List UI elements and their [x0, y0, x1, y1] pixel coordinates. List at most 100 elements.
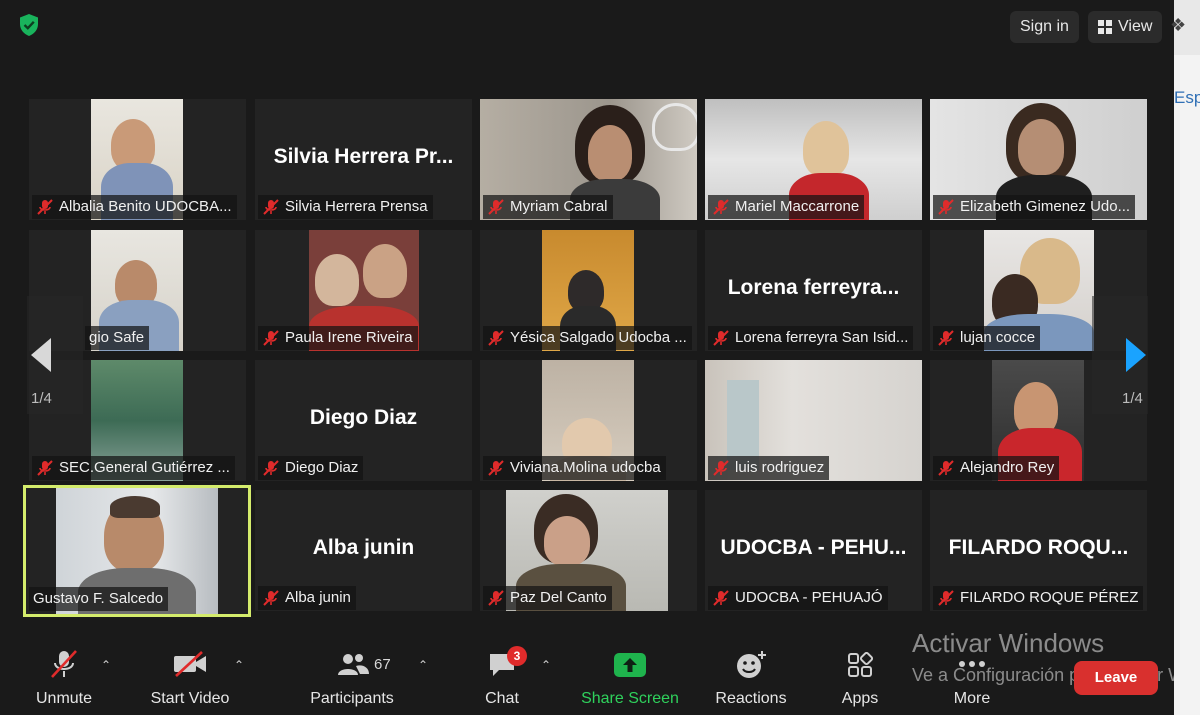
chat-unread-badge: 3: [507, 646, 527, 666]
participant-name: FILARDO ROQUE PÉREZ: [960, 589, 1139, 606]
muted-microphone-icon: [263, 460, 279, 476]
participant-name-tag: Yésica Salgado Udocba ...: [483, 326, 692, 350]
muted-microphone-icon: [713, 460, 729, 476]
sign-in-button[interactable]: Sign in: [1010, 11, 1079, 43]
participant-name: Albalia Benito UDOCBA...: [59, 198, 232, 215]
participant-name: luis rodriguez: [735, 459, 825, 476]
apps-icon: [848, 652, 873, 677]
participant-name-tag: UDOCBA - PEHUAJÓ: [708, 586, 888, 610]
participant-name: Viviana.Molina udocba: [510, 459, 661, 476]
participant-name: Gustavo F. Salcedo: [33, 590, 164, 607]
participant-name-tag: Elizabeth Gimenez Udo...: [933, 195, 1136, 219]
participants-options-chevron-up-icon[interactable]: ⌃: [418, 658, 428, 672]
participant-tile[interactable]: Lorena ferreyra... Lorena ferreyra San I…: [705, 230, 922, 351]
participant-name: lujan cocce: [960, 329, 1036, 346]
participant-name: Alba junin: [285, 589, 351, 606]
participant-tile[interactable]: Elizabeth Gimenez Udo...: [930, 99, 1147, 220]
participant-name: gio Safe: [89, 329, 145, 346]
muted-microphone-icon: [938, 199, 954, 215]
muted-microphone-icon: [938, 590, 954, 606]
participant-tile[interactable]: Viviana.Molina udocba: [480, 360, 697, 481]
participant-name-tag: luis rodriguez: [708, 456, 830, 480]
participant-name: Paula Irene Riveira: [285, 329, 413, 346]
participant-name: SEC.General Gutiérrez ...: [59, 459, 230, 476]
background-link-text[interactable]: Esp: [1174, 88, 1200, 108]
participant-tile[interactable]: Diego Diaz Diego Diaz: [255, 360, 472, 481]
muted-microphone-icon: [488, 590, 504, 606]
video-camera-off-icon: [174, 651, 206, 677]
muted-microphone-icon: [488, 199, 504, 215]
participant-name-tag: Mariel Maccarrone: [708, 195, 865, 219]
participants-label: Participants: [310, 690, 394, 707]
security-shield-icon[interactable]: [16, 12, 42, 38]
participant-name: Elizabeth Gimenez Udo...: [960, 198, 1131, 215]
participant-name-tag: Diego Diaz: [258, 456, 364, 480]
muted-microphone-icon: [713, 199, 729, 215]
participants-count: 67: [374, 656, 391, 673]
participant-name-tag: lujan cocce: [933, 326, 1041, 350]
microphone-muted-icon: [51, 650, 77, 678]
muted-microphone-icon: [938, 460, 954, 476]
participant-name-tag: FILARDO ROQUE PÉREZ: [933, 586, 1144, 610]
zoom-meeting-window: Sign in View Albalia Benito UDOCBA... Si…: [0, 0, 1185, 715]
participant-tile[interactable]: Albalia Benito UDOCBA...: [29, 99, 246, 220]
participant-display-name: Lorena ferreyra...: [727, 276, 900, 299]
participant-tile[interactable]: Paz Del Canto: [480, 490, 697, 611]
extension-puzzle-icon: ❖: [1170, 15, 1187, 35]
start-video-label: Start Video: [150, 690, 230, 707]
muted-microphone-icon: [263, 590, 279, 606]
participant-tile[interactable]: Silvia Herrera Pr... Silvia Herrera Pren…: [255, 99, 472, 220]
participant-name-tag: SEC.General Gutiérrez ...: [32, 456, 235, 480]
participant-tile[interactable]: Yésica Salgado Udocba ...: [480, 230, 697, 351]
page-indicator-left: 1/4: [31, 390, 52, 407]
muted-microphone-icon: [263, 199, 279, 215]
muted-microphone-icon: [263, 330, 279, 346]
participant-display-name: FILARDO ROQU...: [948, 536, 1129, 559]
participant-name: Mariel Maccarrone: [735, 198, 860, 215]
emoji-plus-icon: [737, 651, 766, 678]
participant-tile[interactable]: UDOCBA - PEHU... UDOCBA - PEHUAJÓ: [705, 490, 922, 611]
more-label: More: [953, 690, 991, 707]
windows-activation-watermark-title: Activar Windows: [912, 628, 1105, 658]
muted-microphone-icon: [713, 330, 729, 346]
apps-label: Apps: [841, 690, 879, 707]
participant-name-tag: Gustavo F. Salcedo: [29, 587, 169, 611]
leave-button[interactable]: Leave: [1074, 661, 1158, 695]
participant-tile[interactable]: Myriam Cabral: [480, 99, 697, 220]
participant-name: Paz Del Canto: [510, 589, 607, 606]
participant-name-tag: Myriam Cabral: [483, 195, 613, 219]
participant-name: Lorena ferreyra San Isid...: [735, 329, 909, 346]
muted-microphone-icon: [488, 460, 504, 476]
participant-name-tag: Alba junin: [258, 586, 356, 610]
participant-tile[interactable]: luis rodriguez: [705, 360, 922, 481]
view-button[interactable]: View: [1088, 11, 1163, 43]
participant-name: Myriam Cabral: [510, 198, 608, 215]
participant-tile[interactable]: Alba junin Alba junin: [255, 490, 472, 611]
participant-tile[interactable]: FILARDO ROQU... FILARDO ROQUE PÉREZ: [930, 490, 1147, 611]
grid-view-icon: [1098, 20, 1112, 34]
background-window: ❖ Esp: [1170, 0, 1200, 715]
muted-microphone-icon: [488, 330, 504, 346]
muted-microphone-icon: [37, 460, 53, 476]
participant-name-tag: Alejandro Rey: [933, 456, 1060, 480]
participant-tile-active-speaker[interactable]: Gustavo F. Salcedo: [23, 485, 251, 617]
video-options-chevron-up-icon[interactable]: ⌃: [234, 658, 244, 672]
arrow-left-icon: [31, 338, 51, 372]
participant-name-tag: gio Safe: [85, 326, 150, 350]
participant-name-tag: Lorena ferreyra San Isid...: [708, 326, 914, 350]
participant-name-tag: Paula Irene Riveira: [258, 326, 418, 350]
reactions-label: Reactions: [715, 690, 787, 707]
muted-microphone-icon: [37, 199, 53, 215]
arrow-right-icon: [1126, 338, 1146, 372]
participant-name: Yésica Salgado Udocba ...: [510, 329, 687, 346]
audio-options-chevron-up-icon[interactable]: ⌃: [101, 658, 111, 672]
share-screen-label: Share Screen: [581, 690, 679, 707]
muted-microphone-icon: [713, 590, 729, 606]
chat-options-chevron-up-icon[interactable]: ⌃: [541, 658, 551, 672]
participant-tile[interactable]: Mariel Maccarrone: [705, 99, 922, 220]
participant-display-name: Diego Diaz: [309, 406, 418, 429]
participant-name: Silvia Herrera Prensa: [285, 198, 428, 215]
view-label: View: [1118, 18, 1153, 35]
participant-tile[interactable]: Paula Irene Riveira: [255, 230, 472, 351]
participant-name: Diego Diaz: [285, 459, 359, 476]
